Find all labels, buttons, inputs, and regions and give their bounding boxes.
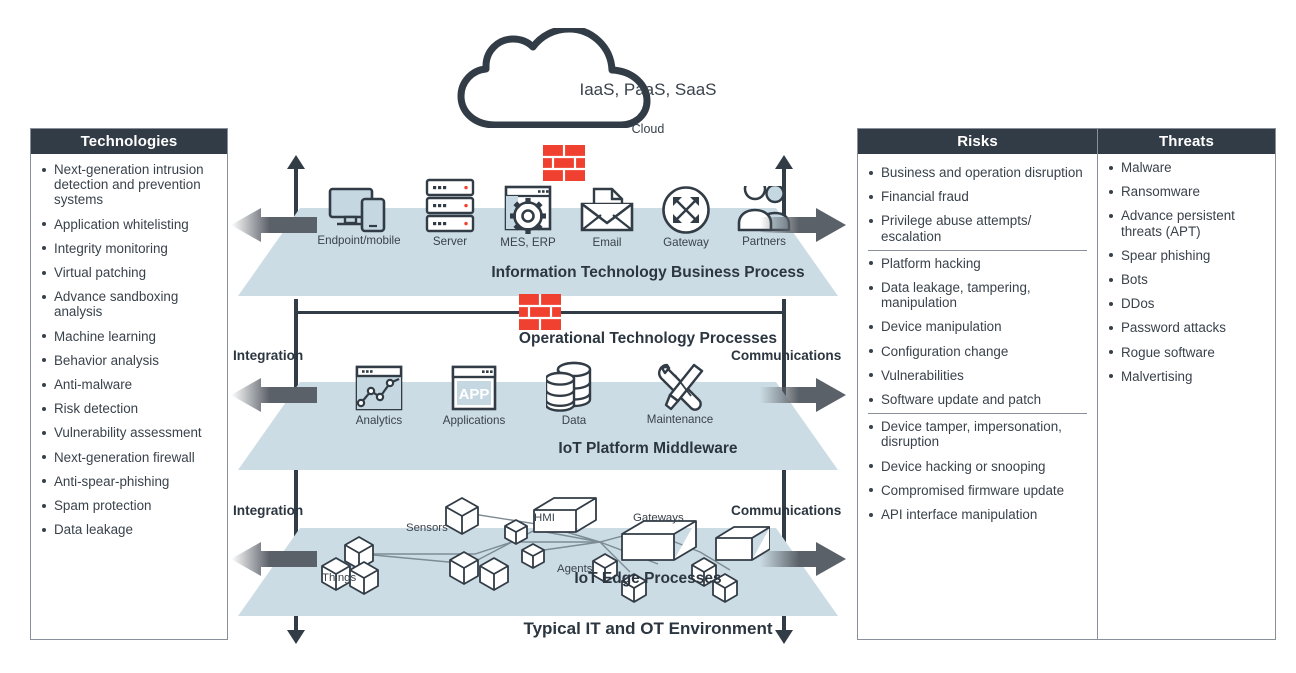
firewall-brick-top — [543, 145, 585, 186]
mw-icon-analytics: Analytics — [333, 365, 425, 427]
threats-body: Malware Ransomware Advance persistent thre… — [1098, 154, 1275, 392]
threats-item: Password attacks — [1108, 320, 1265, 335]
threats-title: Threats — [1098, 129, 1275, 154]
threats-item: DDos — [1108, 296, 1265, 311]
edge-label-sensors: Sensors — [406, 522, 448, 534]
technologies-item: Advance sandboxing analysis — [41, 289, 217, 319]
technologies-item: Anti-malware — [41, 377, 217, 392]
label-integration-middleware: Integration — [233, 348, 304, 363]
threats-item: Advance persistent threats (APT) — [1108, 208, 1265, 239]
risks-item: Vulnerabilities — [868, 368, 1087, 383]
diagram-canvas: IaaS, PaaS, SaaS Cloud Endpoint/mobile S… — [0, 0, 1296, 673]
it-icon-label: Endpoint/mobile — [317, 234, 401, 247]
label-integration-edge: Integration — [233, 503, 304, 518]
mw-icon-label: Data — [561, 414, 587, 427]
risks-item: Device tamper, impersonation, disruption — [868, 419, 1087, 449]
threats-panel: Threats Malware Ransomware Advance persist… — [1097, 128, 1276, 640]
envelope-icon — [580, 187, 634, 232]
risks-item: Data leakage, tampering, manipulation — [868, 280, 1087, 310]
database-cylinders-icon — [546, 361, 592, 412]
risks-item: Software update and patch — [868, 392, 1087, 407]
edge-node-network — [300, 482, 771, 607]
technologies-item: Next-generation firewall — [41, 450, 217, 465]
arrow-left-edge — [231, 542, 317, 576]
threats-item: Malware — [1108, 160, 1265, 175]
rail-arrow-up-right — [775, 155, 793, 169]
line-chart-icon — [355, 365, 403, 411]
technologies-item: Risk detection — [41, 401, 217, 416]
risks-item: Privilege abuse attempts/ escalation — [868, 213, 1087, 244]
edge-label-gateways: Gateways — [633, 512, 684, 524]
technologies-item: Virtual patching — [41, 265, 217, 280]
threats-item: Bots — [1108, 272, 1265, 287]
risks-title: Risks — [858, 129, 1097, 154]
label-communications-edge: Communications — [731, 503, 842, 518]
threats-item: Malvertising — [1108, 369, 1265, 384]
arrow-right-edge — [760, 542, 846, 576]
risks-body: Business and operation disruption Financi… — [858, 154, 1097, 534]
technologies-panel: Technologies Next-generation intrusion d… — [30, 128, 228, 640]
threats-item: Spear phishing — [1108, 248, 1265, 263]
mw-icon-maintenance: Maintenance — [634, 362, 726, 426]
rail-arrow-up-left — [287, 155, 305, 169]
risks-item: Business and operation disruption — [868, 165, 1087, 180]
technologies-item: Next-generation intrusion detection and … — [41, 162, 217, 208]
label-communications-middleware: Communications — [731, 348, 842, 363]
arrow-right-middleware — [760, 378, 846, 412]
risks-item: Configuration change — [868, 344, 1087, 359]
gateway-arrows-circle-icon — [662, 186, 710, 234]
risks-group: Business and operation disruption Financi… — [868, 160, 1087, 250]
wrench-screwdriver-icon — [658, 363, 704, 411]
risks-item: Compromised firmware update — [868, 483, 1087, 498]
technologies-body: Next-generation intrusion detection and … — [31, 154, 227, 545]
risks-list: Platform hacking Data leakage, tampering,… — [868, 256, 1087, 407]
firewall-brick-middle — [519, 294, 561, 335]
technologies-item: Vulnerability assessment — [41, 425, 217, 440]
mw-icon-label: Applications — [442, 414, 506, 427]
technologies-item: Behavior analysis — [41, 353, 217, 368]
arrow-right-it — [760, 208, 846, 242]
arrow-left-it — [231, 208, 317, 242]
technologies-list: Next-generation intrusion detection and … — [41, 162, 217, 537]
edge-label-hmi: HMI — [534, 512, 555, 524]
risks-list: Business and operation disruption Financi… — [868, 165, 1087, 244]
technologies-item: Integrity monitoring — [41, 241, 217, 256]
risks-list: Device tamper, impersonation, disruption… — [868, 419, 1087, 522]
technologies-item: Application whitelisting — [41, 217, 217, 232]
risks-item: API interface manipulation — [868, 507, 1087, 522]
mw-icon-label: Analytics — [355, 414, 403, 427]
monitor-mobile-icon — [328, 187, 386, 233]
mw-icon-applications: APP Applications — [428, 365, 520, 427]
technologies-item: Data leakage — [41, 522, 217, 537]
technologies-title: Technologies — [31, 129, 227, 154]
cloud-text: IaaS, PaaS, SaaS — [579, 80, 717, 99]
technologies-item: Anti-spear-phishing — [41, 474, 217, 489]
mw-icon-label: Maintenance — [646, 413, 714, 426]
window-gear-icon — [504, 185, 552, 234]
threats-item: Ransomware — [1108, 184, 1265, 199]
risks-item: Platform hacking — [868, 256, 1087, 271]
risks-group: Platform hacking Data leakage, tampering,… — [868, 249, 1087, 413]
threats-item: Rogue software — [1108, 345, 1265, 360]
server-rack-icon — [425, 178, 475, 233]
technologies-item: Spam protection — [41, 498, 217, 513]
threats-list: Malware Ransomware Advance persistent thre… — [1108, 160, 1265, 384]
risks-item: Device hacking or snooping — [868, 459, 1087, 474]
risks-item: Financial fraud — [868, 189, 1087, 204]
technologies-item: Machine learning — [41, 329, 217, 344]
app-window-icon: APP — [451, 365, 497, 411]
svg-text:APP: APP — [459, 386, 490, 403]
risks-panel: Risks Business and operation disruption F… — [857, 128, 1098, 640]
risks-item: Device manipulation — [868, 319, 1087, 334]
risks-group: Device tamper, impersonation, disruption… — [868, 413, 1087, 528]
cloud-icon — [455, 25, 670, 129]
arrow-left-middleware — [231, 378, 317, 412]
mw-icon-data: Data — [528, 360, 620, 427]
it-icon-endpoint: Endpoint/mobile — [313, 185, 405, 247]
